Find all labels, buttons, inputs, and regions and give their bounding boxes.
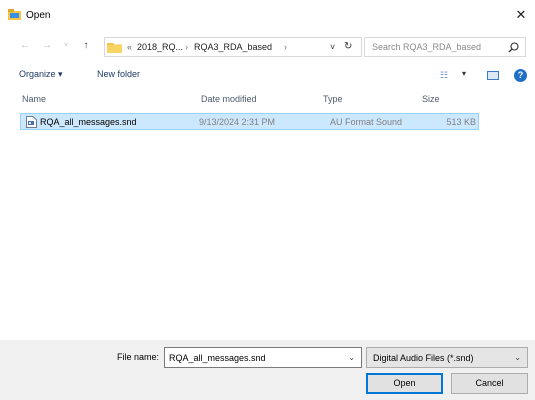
table-row[interactable]: RQA_all_messages.snd 9/13/2024 2:31 PM A…: [20, 113, 479, 130]
search-box[interactable]: Search RQA3_RDA_based: [364, 37, 526, 57]
column-header-size[interactable]: Size: [422, 94, 440, 104]
date-modified-cell: 9/13/2024 2:31 PM: [199, 117, 276, 127]
title-bar: Open ✕: [0, 0, 535, 30]
close-button[interactable]: ✕: [513, 7, 529, 23]
close-icon: ✕: [515, 7, 527, 22]
refresh-icon[interactable]: ↻: [344, 41, 352, 52]
breadcrumb-item[interactable]: RQA3_RDA_based: [194, 42, 272, 52]
file-type-select[interactable]: Digital Audio Files (*.snd) ⌄: [366, 347, 528, 368]
breadcrumb-item[interactable]: 2018_RQ...: [137, 42, 183, 52]
open-dialog-icon: [8, 9, 21, 20]
cancel-button[interactable]: Cancel: [451, 373, 528, 394]
organize-menu[interactable]: Organize ▾: [19, 69, 63, 80]
breadcrumb-separator[interactable]: ›: [185, 42, 188, 52]
folder-icon: [107, 43, 122, 53]
view-dropdown-icon[interactable]: ▾: [462, 69, 466, 78]
column-header-date-modified[interactable]: Date modified: [201, 94, 257, 104]
file-name-field[interactable]: RQA_all_messages.snd ⌄: [164, 347, 362, 368]
chevron-down-icon[interactable]: ⌄: [348, 353, 355, 362]
back-arrow-icon[interactable]: ←: [19, 40, 31, 52]
preview-pane-icon[interactable]: [487, 71, 499, 80]
column-header-type[interactable]: Type: [323, 94, 343, 104]
file-name-label: File name:: [117, 352, 160, 362]
command-bar: Organize ▾ New folder ☷ ▾ ?: [0, 64, 535, 86]
up-arrow-icon[interactable]: ↑: [80, 40, 92, 52]
open-button[interactable]: Open: [366, 373, 443, 394]
dialog-footer: File name: RQA_all_messages.snd ⌄ Digita…: [0, 341, 535, 400]
change-view-icon[interactable]: ☷: [440, 70, 448, 81]
address-dropdown-icon[interactable]: ˅: [330, 42, 335, 52]
search-icon: [508, 42, 519, 53]
breadcrumb-overflow[interactable]: «: [127, 42, 132, 52]
type-cell: AU Format Sound: [330, 117, 403, 127]
new-folder-button[interactable]: New folder: [97, 69, 140, 79]
file-type-value: Digital Audio Files (*.snd): [373, 353, 474, 363]
recent-locations-icon[interactable]: ˅: [60, 40, 72, 52]
help-icon[interactable]: ?: [514, 69, 527, 82]
forward-arrow-icon[interactable]: →: [41, 40, 53, 52]
file-list: Name Date modified Type Size RQA_all_mes…: [12, 88, 535, 342]
breadcrumb-separator[interactable]: ›: [284, 42, 287, 52]
chevron-down-icon[interactable]: ⌄: [514, 353, 521, 362]
navigation-bar: ← → ˅ ↑ « 2018_RQ... › RQA3_RDA_based › …: [0, 36, 535, 58]
search-input[interactable]: Search RQA3_RDA_based: [372, 42, 481, 52]
file-name-input[interactable]: RQA_all_messages.snd: [169, 353, 266, 363]
size-cell: 513 KB: [446, 117, 476, 127]
address-bar[interactable]: « 2018_RQ... › RQA3_RDA_based › ˅ ↻: [104, 37, 362, 57]
column-header-name[interactable]: Name: [22, 94, 46, 104]
file-name-cell: RQA_all_messages.snd: [40, 117, 137, 127]
sound-file-icon: [26, 116, 37, 128]
dialog-title: Open: [26, 10, 51, 21]
